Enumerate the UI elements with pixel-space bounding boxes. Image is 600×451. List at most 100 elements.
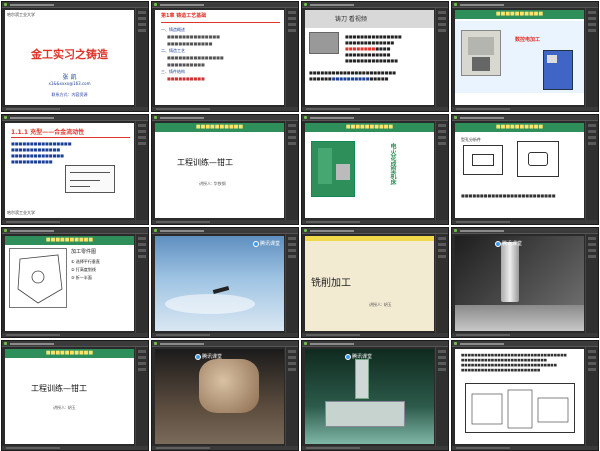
thumbnail-sky-video[interactable]: 腾讯课堂 — [151, 227, 299, 338]
status-bar — [452, 220, 598, 224]
slide: ■■■■■■■■■■■■■■■■■■■■■■■■■■■■■■■■ ■■■■■■■■… — [455, 349, 584, 444]
hand — [199, 359, 259, 413]
tencent-label: 腾讯课堂 — [502, 241, 523, 247]
workpiece — [455, 305, 584, 331]
status-bar — [2, 220, 148, 224]
thumbnail-casting-title[interactable]: 哈尔滨工业大学 金工实习之铸造 张 凯 x1&&xxxx@163.com 联系方… — [1, 1, 149, 112]
sidebar — [135, 234, 148, 333]
slide-header: ■■■■■■■■■■ — [155, 123, 284, 132]
sidebar — [585, 8, 598, 107]
bullet: 三、铸件结构 — [161, 69, 185, 74]
thumbnail-fluidity[interactable]: 1.1.1 充型——合金流动性 ■■■■■■■■■■■■■■■■ ■■■■■■■■… — [1, 114, 149, 225]
slide-header: ■■■■■■■■■■ — [305, 123, 434, 132]
sidebar — [285, 347, 298, 446]
bullet: 一、铸造概述 — [161, 27, 185, 32]
thumbnail-part-drawing[interactable]: ■■■■■■■■■■ 加工零件图 ① 选择平行垂直 ② 打高度划线 ③ 折一半面 — [1, 227, 149, 338]
machine-image — [461, 30, 501, 76]
slide-title: 工程训练—钳工 — [31, 384, 87, 393]
slide-header: ■■■■■■■■■■ — [5, 236, 134, 245]
presenter: 讲授人: 华铁钢 — [199, 181, 226, 186]
sidebar — [135, 121, 148, 220]
slide: 铸刀 看视频 ■■■■■■■■■■■■■■■ ■■■■■■■■■■■■■ ■■■■■… — [305, 10, 434, 105]
slide-title: 数控电加工 — [515, 37, 541, 43]
tencent-watermark: 腾讯课堂 — [195, 353, 222, 360]
video-thumbnail-grid: 哈尔滨工业大学 金工实习之铸造 张 凯 x1&&xxxx@163.com 联系方… — [1, 1, 599, 451]
thumbnail-milling-title[interactable]: 铣削加工 讲授人: 胡玉 — [301, 227, 449, 338]
step: ③ 折一半面 — [71, 275, 92, 280]
thumbnail-casting-video[interactable]: 铸刀 看视频 ■■■■■■■■■■■■■■■ ■■■■■■■■■■■■■ ■■■■■… — [301, 1, 449, 112]
tencent-watermark: 腾讯课堂 — [495, 240, 522, 247]
slide-title: 工程训练—钳工 — [177, 158, 233, 167]
slide-title: 铣削加工 — [311, 278, 351, 289]
tencent-label: 腾讯课堂 — [259, 241, 280, 247]
window-titlebar — [2, 341, 148, 347]
window-titlebar — [2, 2, 148, 8]
tencent-label: 腾讯课堂 — [352, 354, 373, 360]
window-titlebar — [152, 2, 298, 8]
tencent-label: 腾讯课堂 — [202, 354, 223, 360]
thumbnail-casting-chapter[interactable]: 第1章 铸造工艺基础 一、铸造概述 ■■■■■■■■■■■■■■ ■■■■■■■… — [151, 1, 299, 112]
machine-image — [311, 141, 355, 197]
slide: 哈尔滨工业大学 金工实习之铸造 张 凯 x1&&xxxx@163.com 联系方… — [5, 10, 134, 105]
window-titlebar — [152, 228, 298, 234]
thumbnail-milling-video[interactable]: 腾讯课堂 — [451, 227, 599, 338]
drawing-svg — [17, 254, 63, 304]
sidebar — [585, 234, 598, 333]
drawing-svg — [471, 389, 569, 429]
photo — [309, 32, 339, 54]
sidebar — [285, 234, 298, 333]
thumbnail-cnc-edm[interactable]: ■■■■■■■■■■ 数控电加工 — [451, 1, 599, 112]
drawing — [465, 383, 575, 433]
slide-title: 型孔分析件 — [461, 137, 481, 142]
slide-header: ■■■■■■■■■■ — [455, 10, 584, 19]
thumbnail-machine-video[interactable]: 腾讯课堂 — [301, 340, 449, 451]
status-bar — [152, 220, 298, 224]
sidebar — [435, 234, 448, 333]
slide: 第1章 铸造工艺基础 一、铸造概述 ■■■■■■■■■■■■■■ ■■■■■■■… — [155, 10, 284, 105]
table — [325, 401, 405, 427]
machine-image-2 — [543, 50, 573, 90]
window-titlebar — [452, 228, 598, 234]
video-frame: 腾讯课堂 — [155, 236, 284, 331]
thumbnail-fitter-title[interactable]: ■■■■■■■■■■ 工程训练—钳工 讲授人: 华铁钢 — [151, 114, 299, 225]
window-titlebar — [302, 2, 448, 8]
sidebar — [135, 8, 148, 107]
tencent-watermark: 腾讯课堂 — [345, 353, 372, 360]
slide: ■■■■■■■■■■ 数控电加工 — [455, 10, 584, 105]
slide: ■■■■■■■■■■ 工程训练—钳工 讲授人: 胡玉 — [5, 349, 134, 444]
status-bar — [302, 220, 448, 224]
slide-title: 第1章 铸造工艺基础 — [161, 13, 207, 19]
tencent-watermark: 腾讯课堂 — [252, 240, 280, 247]
slide-header — [305, 236, 434, 241]
window-titlebar — [302, 341, 448, 347]
slide-title: 金工实习之铸造 — [31, 48, 108, 61]
presenter: 讲授人: 胡玉 — [53, 405, 76, 410]
thumbnail-drawing-doc[interactable]: ■■■■■■■■■■■■■■■■■■■■■■■■■■■■■■■■ ■■■■■■■■… — [451, 340, 599, 451]
thumbnail-shaped-hole[interactable]: ■■■■■■■■■■ 型孔分析件 ■■■■■■■■■■■■■■■■■■■■■■■… — [451, 114, 599, 225]
status-bar — [2, 333, 148, 337]
status-bar — [152, 107, 298, 111]
thumbnail-handwork-video[interactable]: 腾讯课堂 — [151, 340, 299, 451]
thumbnail-edm-machine[interactable]: ■■■■■■■■■■ 电火花成型机床 — [301, 114, 449, 225]
window-titlebar — [152, 115, 298, 121]
step: ① 选择平行垂直 — [71, 259, 100, 264]
step-list: ① 选择平行垂直 ② 打高度划线 ③ 折一半面 — [71, 258, 100, 282]
slide-header: ■■■■■■■■■■ — [455, 123, 584, 132]
thumbnail-fitter-title-2[interactable]: ■■■■■■■■■■ 工程训练—钳工 讲授人: 胡玉 — [1, 340, 149, 451]
window-titlebar — [452, 115, 598, 121]
window-titlebar — [452, 341, 598, 347]
slide: ■■■■■■■■■■ 加工零件图 ① 选择平行垂直 ② 打高度划线 ③ 折一半面 — [5, 236, 134, 331]
window-titlebar — [2, 228, 148, 234]
logo-text: 哈尔滨工业大学 — [7, 210, 35, 215]
sidebar — [135, 347, 148, 446]
sidebar — [435, 347, 448, 446]
diagram-right — [517, 141, 559, 177]
sidebar — [435, 8, 448, 107]
slide: 1.1.1 充型——合金流动性 ■■■■■■■■■■■■■■■■ ■■■■■■■■… — [5, 123, 134, 218]
status-bar — [152, 446, 298, 450]
window-titlebar — [302, 115, 448, 121]
window-titlebar — [452, 2, 598, 8]
window-titlebar — [152, 341, 298, 347]
window-titlebar — [2, 115, 148, 121]
status-bar — [302, 333, 448, 337]
